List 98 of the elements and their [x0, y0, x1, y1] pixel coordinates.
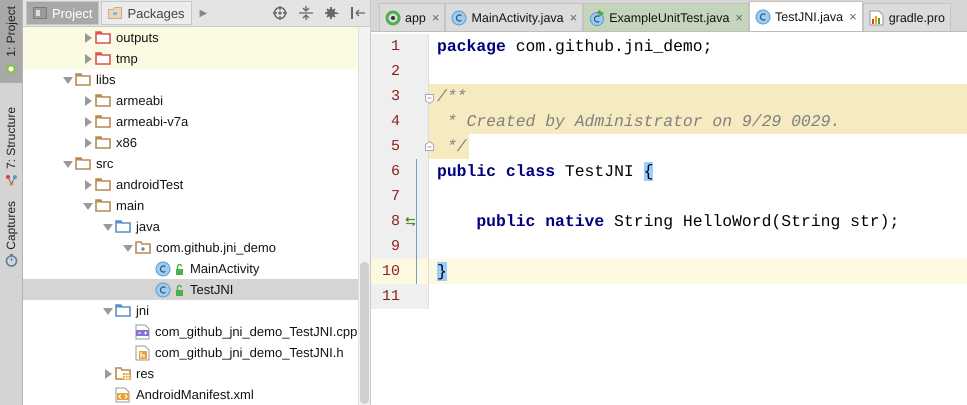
resource-folder-icon: [115, 366, 131, 380]
tool-window-tab[interactable]: 7: Structure: [0, 100, 22, 195]
xml-file-icon: [115, 386, 131, 402]
code-text: * Created by Administrator on 9/29 0029.: [429, 109, 967, 134]
folder-icon: [95, 178, 111, 191]
tree-item[interactable]: com_github_jni_demo_TestJNI.h: [23, 342, 358, 363]
tree-item[interactable]: libs: [23, 69, 358, 90]
tree-item[interactable]: outputs: [23, 27, 358, 48]
collapsed-arrow-icon[interactable]: [82, 96, 92, 106]
implements-arrows-icon[interactable]: [405, 217, 417, 226]
collapsed-arrow-icon[interactable]: [82, 116, 92, 126]
code-text: }: [437, 261, 448, 283]
tree-item[interactable]: src: [23, 153, 358, 174]
settings-icon[interactable]: [325, 6, 339, 20]
line-number: 6: [390, 163, 400, 180]
hide-panel-icon[interactable]: [351, 6, 365, 20]
structure-icon: [4, 174, 18, 187]
collapsed-arrow-icon[interactable]: [82, 138, 92, 148]
class-icon: [451, 10, 468, 26]
folder-icon: [95, 31, 111, 44]
locate-icon[interactable]: [273, 6, 287, 20]
editor-tab[interactable]: gradle.pro: [862, 3, 951, 31]
tool-window-tab[interactable]: Captures: [0, 194, 22, 276]
editor-tab[interactable]: TestJNI.java ×: [749, 1, 863, 31]
folder-icon: [75, 73, 91, 86]
tree-item[interactable]: TestJNI: [23, 279, 358, 300]
tree-item[interactable]: armeabi-v7a: [23, 111, 358, 132]
scrollbar-thumb[interactable]: [360, 262, 369, 404]
line-number: 11: [380, 288, 400, 305]
header-file-icon: [135, 344, 150, 360]
panel-tab[interactable]: Packages: [101, 1, 192, 25]
test-class-icon: [589, 10, 606, 26]
tree-item[interactable]: x86: [23, 132, 358, 153]
code-text: public native String HelloWord(String str);: [475, 211, 900, 233]
collapsed-arrow-icon[interactable]: [82, 54, 92, 64]
fold-icon[interactable]: [425, 94, 434, 104]
packages-view-icon: [108, 7, 122, 19]
tree-item[interactable]: tmp: [23, 48, 358, 69]
code-text: */: [429, 134, 469, 159]
close-tab-button[interactable]: ×: [849, 9, 857, 24]
module-icon: [385, 10, 401, 26]
line-number: 2: [390, 63, 400, 80]
close-tab-button[interactable]: ×: [432, 10, 440, 25]
folder-icon: [95, 115, 111, 128]
expanded-arrow-icon[interactable]: [62, 74, 72, 84]
expanded-arrow-icon[interactable]: [62, 158, 72, 168]
expanded-arrow-icon[interactable]: [82, 200, 92, 210]
folder-icon: [75, 157, 91, 170]
editor-tab[interactable]: app ×: [379, 3, 446, 31]
android-icon: [4, 62, 18, 75]
tree-item[interactable]: com_github_jni_demo_TestJNI.cpp: [23, 321, 358, 342]
tree-item[interactable]: androidTest: [23, 174, 358, 195]
cpp-file-icon: [135, 324, 150, 340]
expanded-arrow-icon[interactable]: [102, 306, 112, 316]
editor-tab[interactable]: ExampleUnitTest.java ×: [583, 3, 750, 31]
line-number: 9: [390, 238, 400, 255]
tree-item[interactable]: main: [23, 195, 358, 216]
line-number: 1: [390, 38, 400, 55]
stopwatch-icon: [4, 254, 18, 268]
line-number: 3: [390, 88, 400, 105]
expanded-arrow-icon[interactable]: [102, 222, 112, 232]
folder-icon: [115, 304, 131, 317]
class-icon: [755, 8, 772, 24]
code-text: package com.github.jni_demo;: [437, 36, 714, 58]
tree-item[interactable]: jni: [23, 300, 358, 321]
collapsed-arrow-icon[interactable]: [82, 180, 92, 190]
editor-tab[interactable]: MainActivity.java ×: [445, 3, 584, 31]
folder-icon: [95, 52, 111, 65]
expanded-arrow-icon[interactable]: [122, 242, 132, 252]
class-icon: [155, 282, 185, 298]
tree-item[interactable]: armeabi: [23, 90, 358, 111]
collapsed-arrow-icon[interactable]: [82, 32, 92, 42]
tree-item[interactable]: com.github.jni_demo: [23, 237, 358, 258]
collapsed-arrow-icon[interactable]: [102, 368, 112, 378]
close-tab-button[interactable]: ×: [735, 10, 744, 25]
tree-item[interactable]: java: [23, 216, 358, 237]
class-icon: [155, 260, 185, 276]
tree-item[interactable]: MainActivity: [23, 258, 358, 279]
tree-item[interactable]: AndroidManifest.xml: [23, 384, 358, 405]
line-number: 8: [390, 213, 400, 230]
folder-icon: [95, 199, 111, 212]
line-number: 5: [390, 138, 400, 155]
chart-file-icon: [868, 10, 885, 26]
folder-icon: [95, 136, 111, 149]
project-view-icon: [33, 7, 47, 19]
folder-icon: [95, 94, 111, 107]
line-number: 10: [380, 263, 400, 280]
collapse-all-icon[interactable]: [299, 6, 313, 20]
line-number: 4: [390, 113, 400, 130]
folder-icon: [115, 220, 131, 233]
tool-window-tab[interactable]: 1: Project: [0, 0, 22, 83]
line-number: 7: [390, 188, 400, 205]
code-text: public class TestJNI {: [437, 161, 654, 183]
tree-item[interactable]: res: [23, 363, 358, 384]
close-tab-button[interactable]: ×: [570, 10, 578, 25]
fold-end-icon[interactable]: [425, 141, 434, 151]
code-text: /**: [429, 84, 967, 109]
package-icon: [135, 241, 151, 254]
